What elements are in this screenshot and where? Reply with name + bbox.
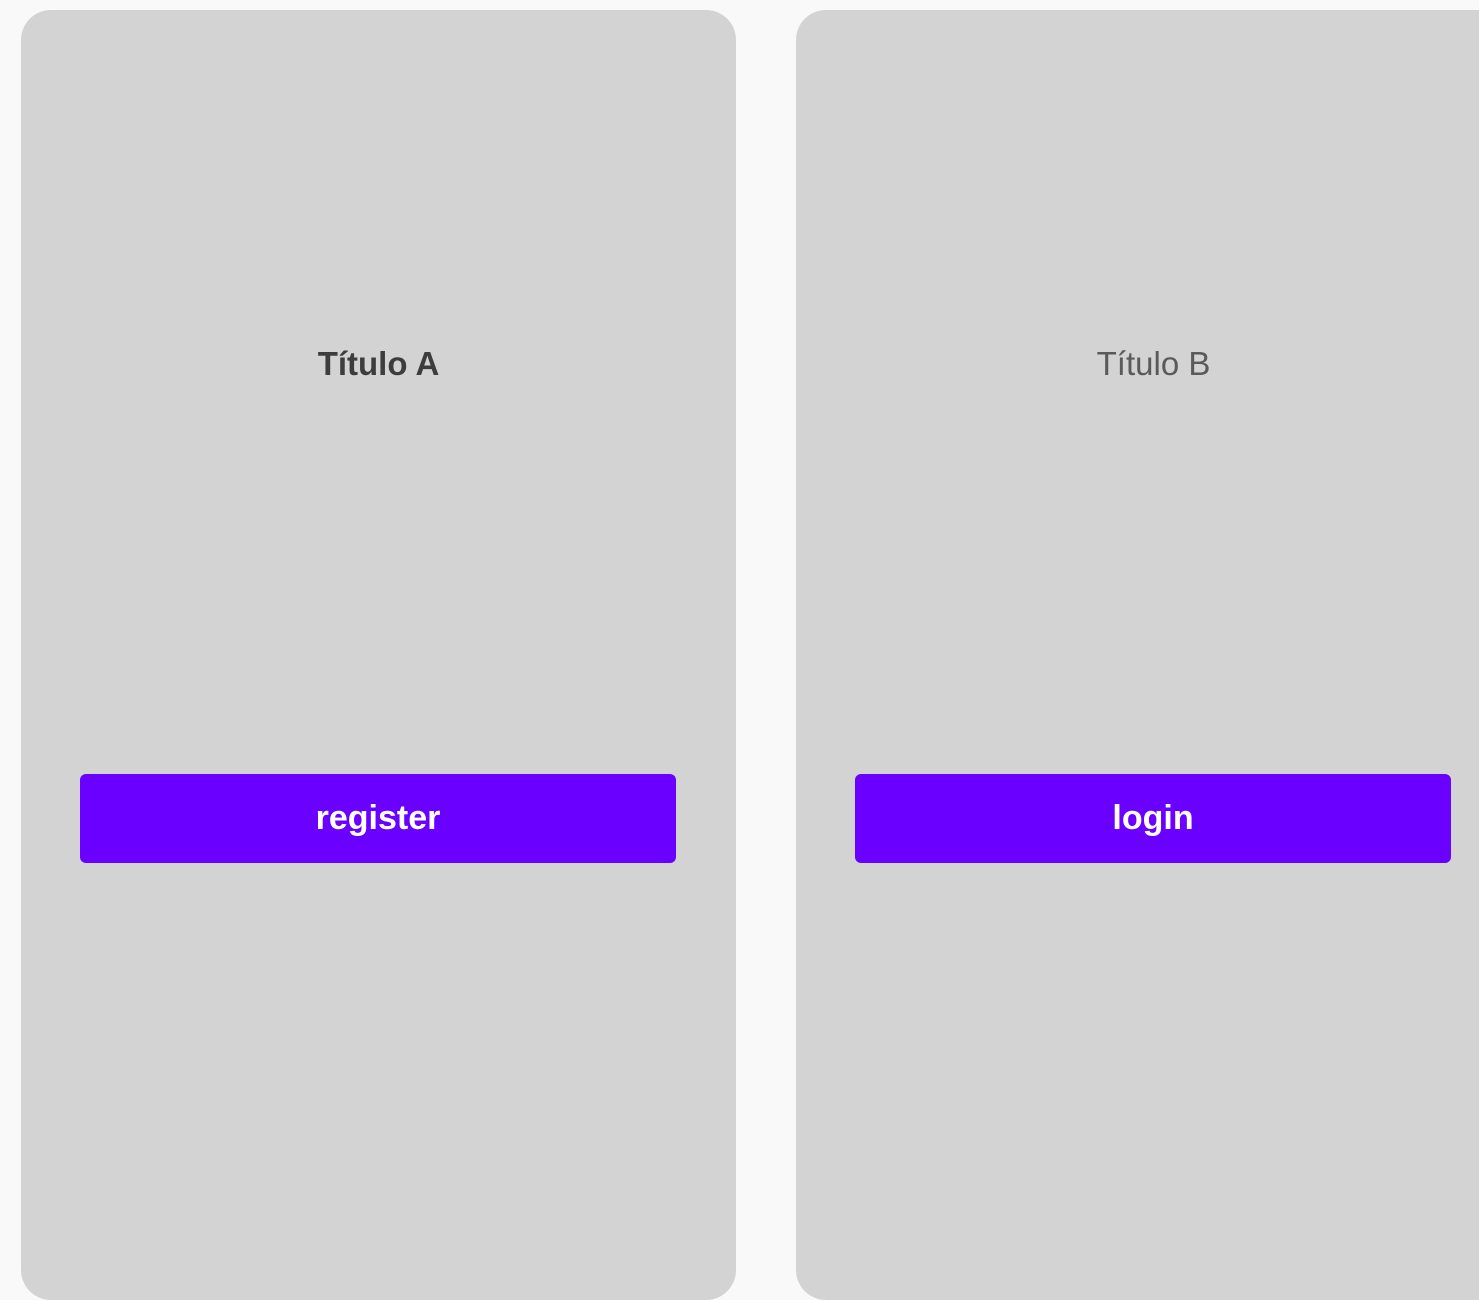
card-register: Título A register (21, 10, 736, 1300)
card-title-b: Título B (1096, 345, 1211, 382)
login-button[interactable]: login (855, 774, 1451, 863)
card-title-a: Título A (317, 345, 440, 382)
card-login: Título B login (796, 10, 1479, 1300)
register-button[interactable]: register (80, 774, 676, 863)
